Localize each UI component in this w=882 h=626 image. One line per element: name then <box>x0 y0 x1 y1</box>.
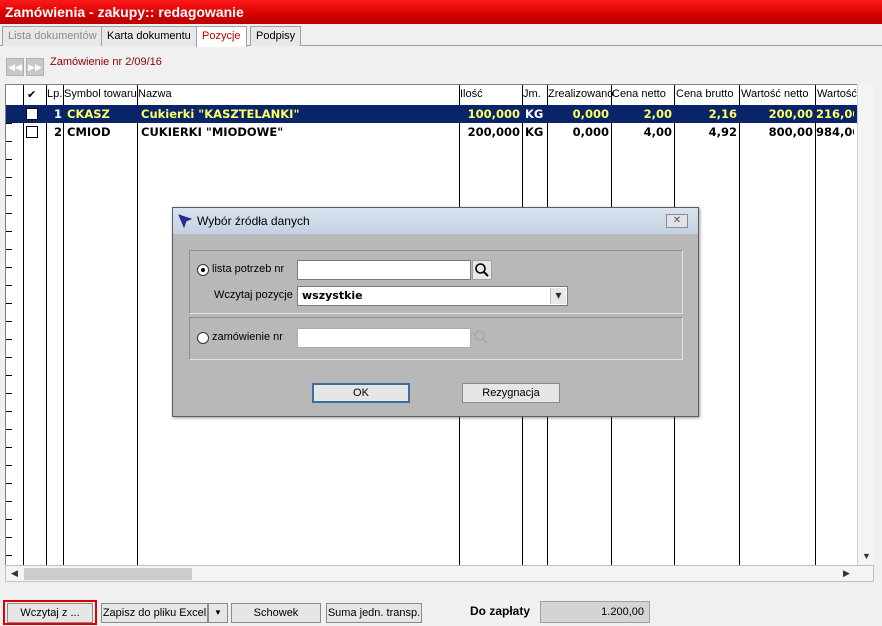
horizontal-scrollbar[interactable]: ◀ ▶ <box>5 565 874 582</box>
ok-button[interactable]: OK <box>312 383 410 403</box>
row-net-price: 4,00 <box>643 125 672 139</box>
order-number-input[interactable] <box>297 328 471 348</box>
row-gross-value: 216,00 <box>816 107 854 121</box>
load-positions-value: wszystkie <box>302 289 363 302</box>
row-realized: 0,000 <box>572 125 609 139</box>
load-positions-label: Wczytaj pozycje <box>214 289 293 301</box>
row-lp: 2 <box>53 125 62 139</box>
clipboard-button[interactable]: Schowek <box>231 603 321 623</box>
order-radio[interactable] <box>197 332 209 344</box>
row-qty: 100,000 <box>467 107 520 121</box>
scroll-right-icon[interactable]: ▶ <box>838 566 855 581</box>
tab-document-list[interactable]: Lista dokumentów <box>2 26 103 46</box>
row-unit: KG <box>525 125 544 139</box>
needs-list-group: lista potrzeb nr Wczytaj pozycje wszystk… <box>189 250 683 314</box>
header-name[interactable]: Nazwa <box>138 88 172 100</box>
row-name: CUKIERKI "MIODOWE" <box>141 125 284 139</box>
row-net-value: 200,00 <box>768 107 813 121</box>
row-net-value: 800,00 <box>768 125 813 139</box>
row-name: Cukierki "KASZTELANKI" <box>141 107 300 121</box>
excel-dropdown-icon[interactable]: ▼ <box>208 603 228 623</box>
header-gross-price[interactable]: Cena brutto <box>676 88 733 100</box>
row-checkbox[interactable] <box>26 108 38 120</box>
load-from-button[interactable]: Wczytaj z ... <box>7 603 93 623</box>
total-value: 1.200,00 <box>540 601 650 623</box>
total-label: Do zapłaty <box>470 604 531 618</box>
row-realized: 0,000 <box>572 107 609 121</box>
row-net-price: 2,00 <box>643 107 672 121</box>
row-lp: 1 <box>53 107 62 121</box>
tab-document-card[interactable]: Karta dokumentu <box>101 26 197 46</box>
transport-units-sum-button[interactable]: Suma jedn. transp. <box>326 603 422 623</box>
header-net-value[interactable]: Wartość netto <box>741 88 808 100</box>
cancel-button[interactable]: Rezygnacja <box>462 383 560 403</box>
search-icon[interactable] <box>472 260 492 280</box>
row-symbol: CMIOD <box>67 125 111 139</box>
row-checkbox[interactable] <box>26 126 38 138</box>
header-unit[interactable]: Jm. <box>523 88 541 100</box>
row-gross-price: 4,92 <box>708 125 737 139</box>
table-row[interactable]: 2 CMIOD CUKIERKI "MIODOWE" 200,000 KG 0,… <box>6 123 873 141</box>
save-to-excel-button[interactable]: Zapisz do pliku Excel <box>101 603 208 623</box>
header-gross-value[interactable]: Wartość <box>817 88 857 100</box>
window-title: Zamówienia - zakupy:: redagowanie <box>0 0 882 24</box>
header-realized[interactable]: Zrealizowano <box>548 88 613 100</box>
row-symbol: CKASZ <box>67 107 110 121</box>
vertical-scrollbar[interactable]: ▼ <box>857 84 874 566</box>
order-label: zamówienie nr <box>212 331 283 343</box>
dialog-title: Wybór źródła danych ✕ <box>173 208 698 234</box>
tab-bar: Lista dokumentów Karta dokumentu Pozycje… <box>0 26 882 47</box>
dialog-title-text: Wybór źródła danych <box>197 214 310 228</box>
search-icon-disabled <box>472 328 492 348</box>
row-gross-value: 984,00 <box>816 125 854 139</box>
header-lp[interactable]: Lp. <box>47 88 62 100</box>
header-qty[interactable]: Ilość <box>460 88 483 100</box>
header-check[interactable]: ✔ <box>27 88 36 101</box>
row-qty: 200,000 <box>467 125 520 139</box>
needs-list-label: lista potrzeb nr <box>212 263 285 275</box>
scroll-left-icon[interactable]: ◀ <box>6 566 23 581</box>
row-unit: KG <box>525 107 544 121</box>
chevron-down-icon[interactable]: ▼ <box>550 288 566 304</box>
tab-signatures[interactable]: Podpisy <box>250 26 302 46</box>
header-symbol[interactable]: Symbol towaru <box>64 88 137 100</box>
prev-record-button[interactable]: ◀◀ <box>6 58 24 76</box>
tab-positions[interactable]: Pozycje <box>196 26 247 47</box>
table-row[interactable]: 1 CKASZ Cukierki "KASZTELANKI" 100,000 K… <box>6 105 873 123</box>
needs-list-radio[interactable] <box>197 264 209 276</box>
load-positions-select[interactable]: wszystkie ▼ <box>297 286 568 306</box>
header-net-price[interactable]: Cena netto <box>612 88 666 100</box>
scroll-down-icon[interactable]: ▼ <box>858 548 875 565</box>
close-icon[interactable]: ✕ <box>666 214 688 228</box>
data-source-dialog: Wybór źródła danych ✕ lista potrzeb nr W… <box>172 207 699 417</box>
order-group: zamówienie nr <box>189 317 683 360</box>
document-number: Zamówienie nr 2/09/16 <box>50 56 162 68</box>
next-record-button[interactable]: ▶▶ <box>26 58 44 76</box>
row-gross-price: 2,16 <box>708 107 737 121</box>
horizontal-scroll-thumb[interactable] <box>24 568 192 580</box>
needs-list-number-input[interactable] <box>297 260 471 280</box>
cursor-arrow-icon <box>178 214 192 228</box>
